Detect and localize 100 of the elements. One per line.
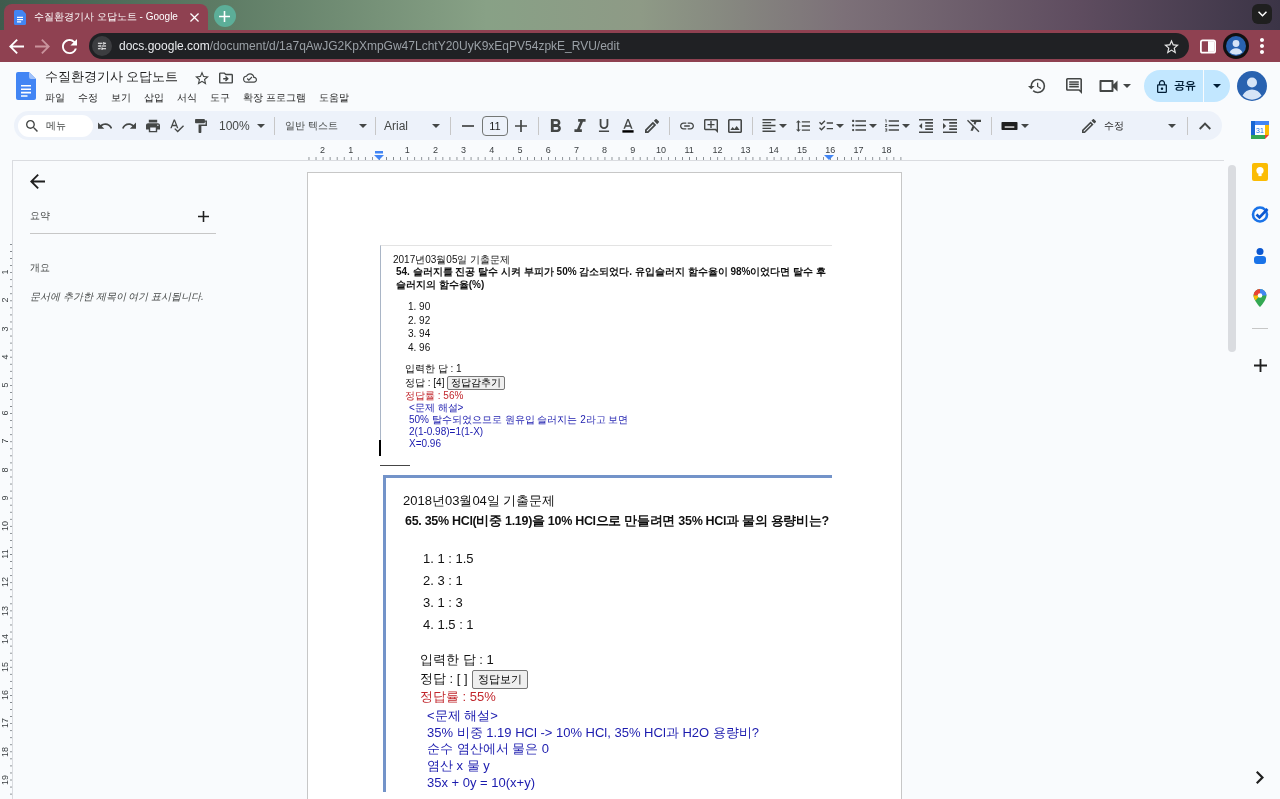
caret-icon [869, 123, 877, 128]
add-comment-icon[interactable] [704, 118, 718, 133]
menu-item[interactable]: 보기 [106, 89, 136, 106]
editing-mode-dropdown[interactable]: 수정 [1080, 114, 1182, 137]
keyboard-icon [1001, 121, 1018, 130]
printer-icon[interactable] [146, 118, 160, 133]
ruler-number: 9 [0, 495, 10, 501]
menu-item[interactable]: 파일 [40, 89, 70, 106]
checklist-icon [819, 119, 833, 132]
ruler-number: 4 [0, 354, 10, 360]
tab-list-button[interactable] [1252, 4, 1272, 24]
align-dropdown[interactable] [762, 119, 787, 132]
input-tools-dropdown[interactable] [1001, 121, 1029, 130]
share-button[interactable]: 공유 [1144, 70, 1203, 102]
chevron-right-icon[interactable] [1256, 771, 1264, 784]
ruler-number: 9 [630, 146, 636, 155]
exam-date: 2018년03월04일 기출문제 [403, 492, 556, 510]
ruler-number: 14 [768, 146, 779, 155]
left-indent-handle[interactable] [374, 151, 384, 160]
dash-text: ——— [380, 459, 410, 471]
font-size-field[interactable]: 11 [482, 115, 508, 136]
more-icon[interactable] [1260, 38, 1264, 54]
back-arrow-icon[interactable] [30, 174, 45, 189]
zoom-dropdown[interactable]: 100% [213, 114, 269, 137]
document-title[interactable]: 수질환경기사 오답노트 [45, 69, 179, 86]
answer-option: 1. 1 : 1.5 [423, 548, 474, 570]
spellcheck-icon[interactable] [170, 118, 184, 133]
caret-icon [836, 123, 844, 128]
check-circle-icon[interactable] [1250, 204, 1270, 224]
forward-arrow-icon[interactable] [35, 38, 50, 54]
plus-icon[interactable] [1253, 359, 1267, 372]
star-icon[interactable] [195, 70, 210, 85]
caret-icon [432, 123, 440, 128]
bulleted-list-dropdown[interactable] [852, 119, 877, 132]
menu-item[interactable]: 확장 프로그램 [238, 89, 311, 106]
font-dropdown[interactable]: Arial [381, 114, 445, 137]
paragraph-style-dropdown[interactable]: 일반 텍스트 [280, 114, 370, 137]
docs-logo-icon[interactable] [16, 72, 36, 100]
plus-icon[interactable] [198, 210, 209, 222]
search-field[interactable]: 메뉴 [18, 114, 93, 137]
answer-option: 3. 1 : 3 [423, 592, 463, 614]
bold-icon[interactable] [550, 119, 562, 132]
ruler-number: 15 [797, 146, 807, 155]
answer-button[interactable]: 정답보기 [471, 669, 528, 689]
text-color-icon[interactable] [621, 118, 635, 133]
scrollbar-thumb[interactable] [1228, 165, 1236, 352]
explanation-line: 35% 비중 1.19 HCl -> 10% HCl, 35% HCl과 H2O 용량비? [427, 724, 759, 742]
clear-formatting-icon[interactable] [967, 118, 981, 133]
correct-rate: 정답률 : 55% [420, 689, 496, 705]
menu-item[interactable]: 도움말 [313, 89, 354, 106]
avatar-icon[interactable] [1223, 33, 1249, 59]
explanation-line: <문제 해설> [427, 708, 498, 725]
plus-icon[interactable] [515, 119, 527, 132]
outline-empty-note: 문서에 추가한 제목이 여기 표시됩니다. [30, 290, 204, 304]
menu-item[interactable]: 삽입 [139, 89, 169, 106]
ruler-number: 1 [348, 146, 354, 155]
caret-icon [1168, 123, 1176, 128]
explanation-line: <문제 해설> [409, 402, 464, 414]
menu-item[interactable]: 서식 [172, 89, 202, 106]
numbered-list-dropdown[interactable] [885, 119, 910, 132]
italic-icon[interactable] [574, 119, 586, 132]
back-arrow-icon[interactable] [9, 38, 24, 54]
explanation-line: 2(1-0.98)=1(1-X) [409, 426, 484, 438]
meet-button[interactable] [1099, 80, 1131, 92]
ruler-number: 1 [404, 146, 410, 155]
star-icon[interactable] [1164, 38, 1179, 54]
history-icon[interactable] [1028, 78, 1046, 94]
explanation-line: 50% 탈수되었으므로 원유입 슬러지는 2라고 보면 [409, 414, 629, 426]
share-options-button[interactable] [1204, 70, 1230, 102]
right-indent-handle[interactable] [824, 155, 834, 160]
address-field[interactable]: docs.google.com/document/d/1a7qAwJG2KpXmpGw47LchtY20UyK9xEqPV54zpkE_RVU/edit [89, 33, 1189, 59]
outline-heading: 개요 [30, 261, 50, 275]
ruler-number: 19 [0, 774, 10, 785]
line-spacing-icon[interactable] [796, 118, 810, 133]
pencil-icon[interactable] [645, 118, 659, 133]
new-tab-button[interactable] [213, 5, 236, 27]
indent-decrease-icon[interactable] [919, 118, 933, 133]
folder-arrow-icon[interactable] [219, 70, 234, 85]
checklist-dropdown[interactable] [819, 119, 844, 132]
paint-roller-icon[interactable] [194, 118, 208, 133]
ruler-number: 8 [0, 467, 10, 473]
ruler-number: 10 [656, 146, 666, 155]
comment-icon[interactable] [1065, 78, 1083, 94]
underline-icon[interactable] [598, 119, 610, 132]
reload-icon[interactable] [62, 38, 77, 54]
image-icon[interactable] [728, 118, 742, 133]
close-icon[interactable] [189, 12, 199, 22]
answer-button[interactable]: 정답감추기 [447, 375, 506, 390]
browser-tab[interactable]: 수질환경기사 오답노트 - Google [4, 4, 208, 30]
indent-increase-icon[interactable] [943, 118, 957, 133]
ruler-number: 8 [602, 146, 608, 155]
menu-item[interactable]: 도구 [205, 89, 235, 106]
ruler-number: 12 [712, 146, 723, 155]
ruler-number: 14 [0, 633, 10, 644]
cloud-check-icon[interactable] [243, 70, 258, 85]
side-panel-icon[interactable] [1200, 38, 1216, 54]
ruler-number: 18 [0, 746, 10, 757]
site-settings-icon[interactable] [92, 36, 112, 56]
document-icon [14, 9, 26, 25]
menu-item[interactable]: 수정 [73, 89, 103, 106]
